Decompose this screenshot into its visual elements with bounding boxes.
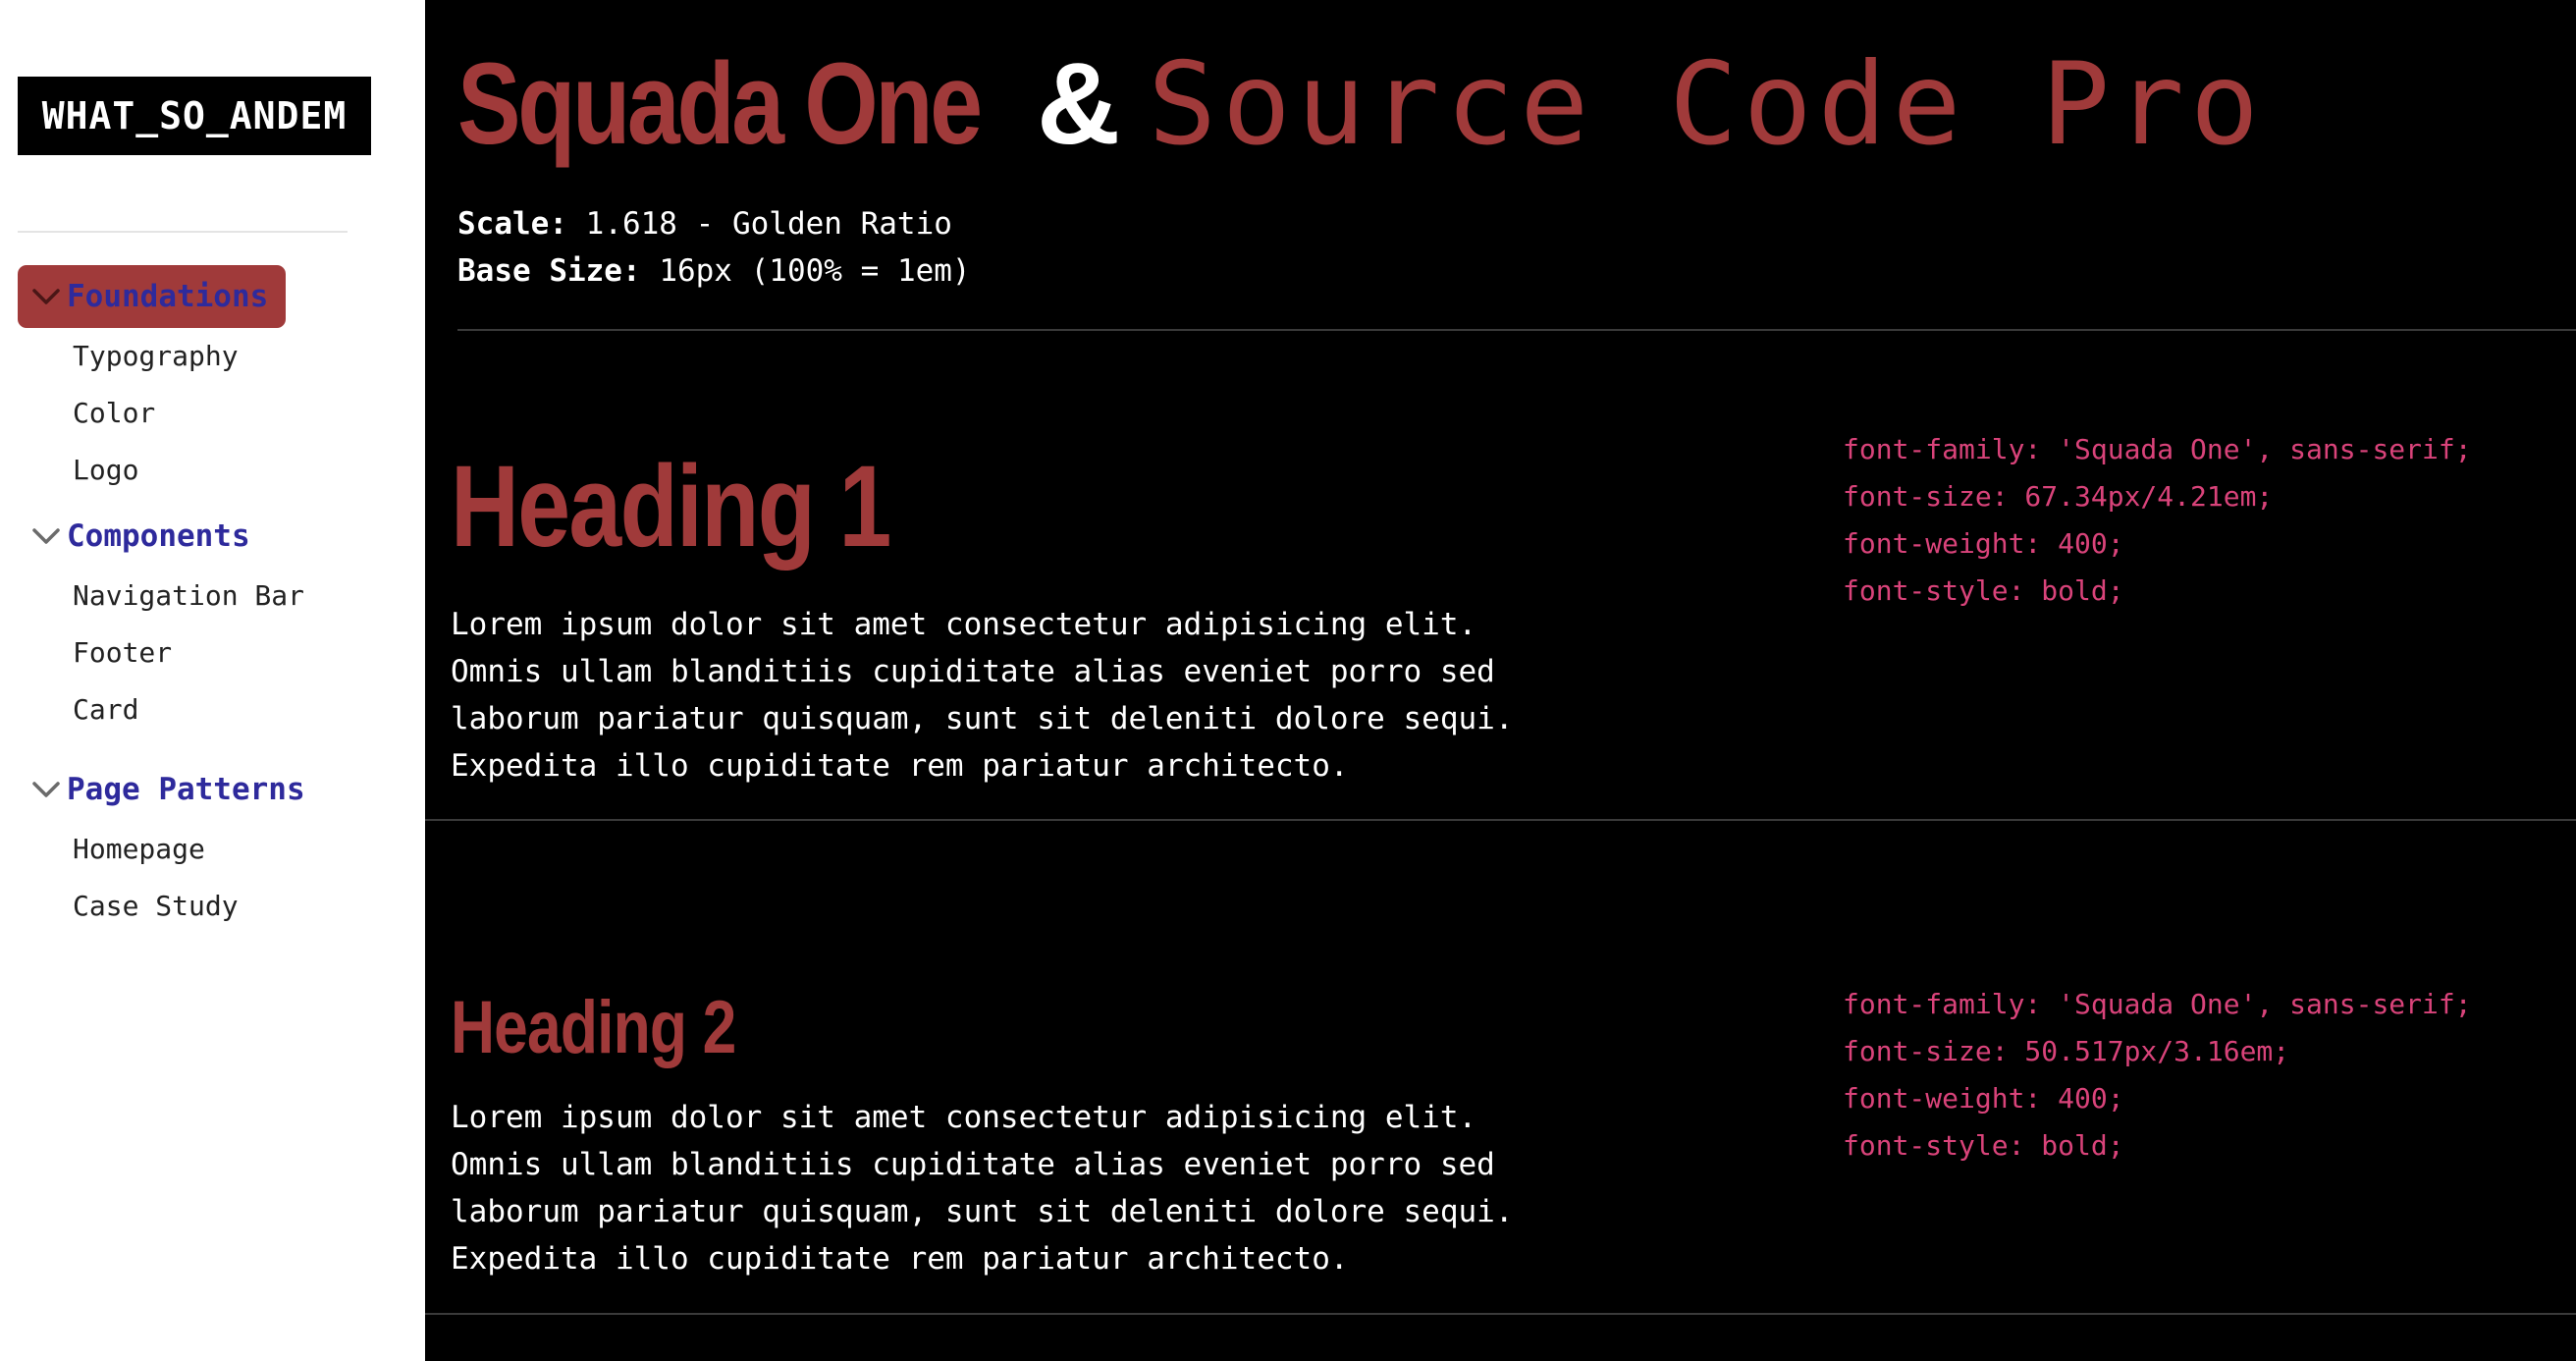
nav-group-foundations: Foundations Typography Color Logo [18,265,410,499]
sidebar-item-case-study[interactable]: Case Study [18,878,410,935]
nav-group-toggle-foundations[interactable]: Foundations [18,265,287,328]
heading-2-sample: Heading 2 [451,986,736,1069]
paragraph-line: laborum pariatur quisquam, sunt sit dele… [451,1194,1514,1229]
sidebar-item-navigation-bar[interactable]: Navigation Bar [18,568,410,625]
base-size-label: Base Size: [457,253,641,289]
type-scale-info: Scale: 1.618 - Golden Ratio Base Size: 1… [457,200,971,295]
section-divider [425,819,2576,821]
paragraph-line: Lorem ipsum dolor sit amet consectetur a… [451,607,1477,642]
heading-2-paragraph: Lorem ipsum dolor sit amet consectetur a… [451,1094,1629,1282]
page-title: Squada One & Source Code Pro [457,37,2265,171]
paragraph-line: Omnis ullam blanditiis cupiditate alias … [451,654,1495,689]
css-line: font-family: 'Squada One', sans-serif; [1843,433,2472,465]
css-line: font-family: 'Squada One', sans-serif; [1843,988,2472,1020]
chevron-down-icon [29,280,63,313]
scale-label: Scale: [457,206,567,242]
heading-2-css-spec: font-family: 'Squada One', sans-serif; f… [1843,981,2472,1170]
sidebar-item-footer[interactable]: Footer [18,625,410,681]
sidebar-item-color[interactable]: Color [18,385,410,442]
nav-group-toggle-components[interactable]: Components [18,505,268,568]
paragraph-line: Expedita illo cupiditate rem pariatur ar… [451,748,1349,784]
scale-value: 1.618 - Golden Ratio [585,206,952,242]
paragraph-line: Expedita illo cupiditate rem pariatur ar… [451,1241,1349,1277]
heading-1-css-spec: font-family: 'Squada One', sans-serif; f… [1843,426,2472,615]
css-line: font-size: 67.34px/4.21em; [1843,480,2274,513]
sidebar-item-card[interactable]: Card [18,681,410,738]
css-line: font-size: 50.517px/3.16em; [1843,1035,2290,1067]
nav-group-label: Components [67,518,250,554]
chevron-down-icon [29,773,63,806]
title-font-primary: Squada One [457,39,983,169]
paragraph-line: laborum pariatur quisquam, sunt sit dele… [451,701,1514,736]
heading-1-sample: Heading 1 [451,442,891,572]
sidebar-item-logo[interactable]: Logo [18,442,410,499]
heading-1-paragraph: Lorem ipsum dolor sit amet consectetur a… [451,601,1629,789]
css-line: font-weight: 400; [1843,1082,2124,1115]
sidebar-nav: Foundations Typography Color Logo Compon… [18,265,410,954]
paragraph-line: Omnis ullam blanditiis cupiditate alias … [451,1147,1495,1182]
nav-group-toggle-page-patterns[interactable]: Page Patterns [18,758,323,821]
scale-line: Scale: 1.618 - Golden Ratio [457,200,971,247]
main-content: Squada One & Source Code Pro Scale: 1.61… [425,0,2576,1361]
section-divider [425,1313,2576,1315]
sidebar-divider [18,231,348,233]
paragraph-line: Lorem ipsum dolor sit amet consectetur a… [451,1100,1477,1135]
css-line: font-weight: 400; [1843,527,2124,560]
nav-group-components: Components Navigation Bar Footer Card [18,505,410,738]
sidebar: WHAT_SO_ANDEM Foundations Typography Col… [0,0,425,1361]
title-ampersand: & [1037,39,1121,169]
css-line: font-style: bold; [1843,1129,2124,1162]
site-logo[interactable]: WHAT_SO_ANDEM [18,77,371,155]
nav-group-page-patterns: Page Patterns Homepage Case Study [18,758,410,935]
base-size-line: Base Size: 16px (100% = 1em) [457,247,971,295]
chevron-down-icon [29,519,63,553]
css-line: font-style: bold; [1843,574,2124,607]
sidebar-item-typography[interactable]: Typography [18,328,410,385]
base-size-value: 16px (100% = 1em) [659,253,971,289]
sidebar-item-homepage[interactable]: Homepage [18,821,410,878]
title-font-secondary: Source Code Pro [1148,38,2265,171]
nav-group-label: Page Patterns [67,772,305,807]
header-divider [457,329,2576,331]
nav-group-label: Foundations [67,279,269,314]
